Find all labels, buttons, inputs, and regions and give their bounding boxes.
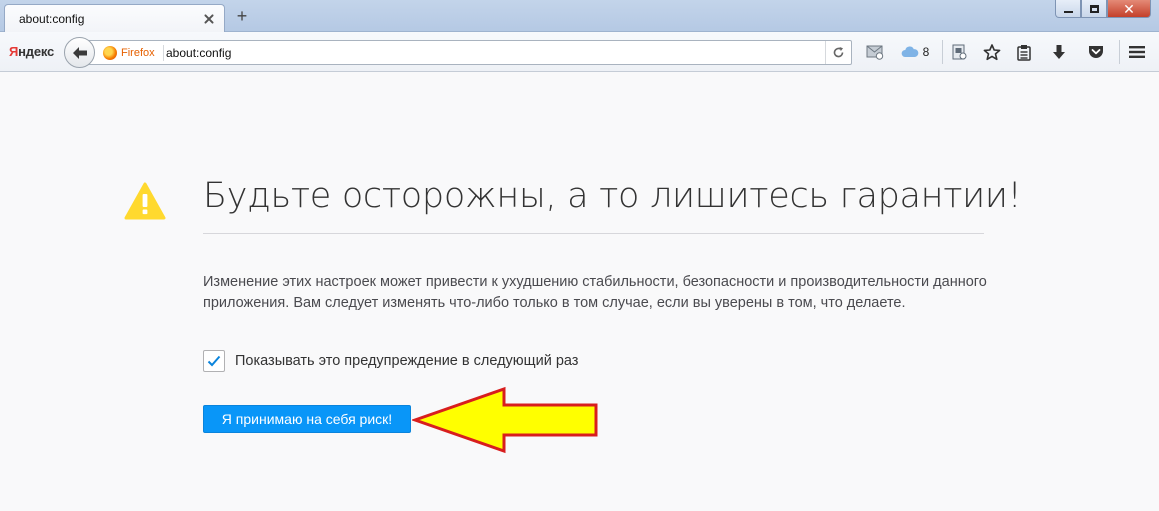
annotation-arrow (412, 386, 598, 454)
clipboard-list-icon (1017, 44, 1031, 61)
yandex-logo[interactable]: Яндекс (9, 44, 54, 59)
toolbar-separator (942, 40, 943, 64)
back-arrow-icon (72, 46, 87, 59)
show-warning-label[interactable]: Показывать это предупреждение в следующи… (235, 353, 578, 369)
close-tab-icon[interactable] (202, 12, 216, 26)
sync-cloud-button[interactable]: 8 (898, 41, 932, 63)
reload-icon (833, 47, 844, 58)
identity-label: Firefox (121, 47, 155, 59)
minimize-icon (1063, 10, 1073, 13)
back-button[interactable] (64, 37, 95, 68)
navigation-bar: Яндекс Firefox about:config 8 (0, 32, 1159, 72)
warning-description: Изменение этих настроек может привести к… (203, 274, 987, 311)
star-icon (983, 43, 1001, 60)
yandex-mail-button[interactable] (864, 41, 886, 63)
bookmarks-list-button[interactable] (1013, 41, 1035, 63)
accept-risk-button[interactable]: Я принимаю на себя риск! (203, 405, 411, 433)
mail-icon (866, 45, 884, 60)
tab-about-config[interactable]: about:config (4, 4, 225, 33)
show-warning-option[interactable]: Показывать это предупреждение в следующи… (203, 350, 578, 372)
document-export-icon (952, 44, 967, 60)
close-icon: ✕ (1123, 0, 1135, 17)
page-title: Будьте осторожны, а то лишитесь гарантии… (203, 176, 1022, 216)
show-warning-checkbox[interactable] (203, 350, 225, 372)
close-window-button[interactable]: ✕ (1107, 0, 1151, 18)
url-bar[interactable]: Firefox about:config (88, 40, 852, 65)
reload-button[interactable] (825, 41, 851, 64)
cloud-icon (901, 46, 919, 57)
tab-title: about:config (19, 12, 85, 26)
pocket-icon (1089, 46, 1103, 58)
url-input[interactable]: about:config (166, 46, 231, 60)
pocket-button[interactable] (1085, 41, 1107, 63)
restore-icon (1089, 4, 1099, 13)
main-menu-button[interactable] (1126, 41, 1148, 63)
download-arrow-icon (1053, 45, 1065, 59)
title-divider (203, 233, 984, 234)
reader-button[interactable] (948, 41, 970, 63)
firefox-icon (103, 46, 117, 60)
new-tab-plus-icon[interactable]: + (232, 7, 252, 25)
identity-box[interactable]: Firefox (103, 45, 164, 61)
toolbar-separator-menu (1119, 40, 1120, 64)
about-config-warning-page: Будьте осторожны, а то лишитесь гарантии… (0, 73, 1159, 511)
window-controls: ✕ (1055, 0, 1151, 18)
minimize-button[interactable] (1055, 0, 1081, 18)
title-bar: about:config + ✕ (0, 0, 1159, 33)
sync-count: 8 (922, 45, 930, 59)
bookmark-star-button[interactable] (981, 41, 1003, 63)
hamburger-menu-icon (1129, 46, 1145, 58)
downloads-button[interactable] (1048, 41, 1070, 63)
warning-triangle-icon (124, 182, 166, 220)
checkmark-icon (207, 355, 221, 367)
maximize-button[interactable] (1081, 0, 1107, 18)
